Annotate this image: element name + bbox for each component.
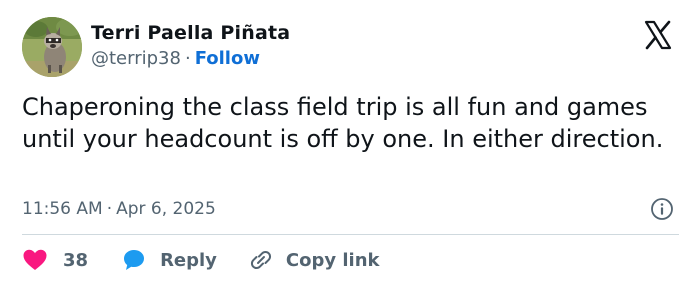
display-name[interactable]: Terri Paella Piñata — [91, 22, 290, 44]
copy-link-label: Copy link — [285, 249, 380, 271]
timestamp[interactable]: 11:56 AM · Apr 6, 2025 — [22, 199, 216, 219]
tweet-card: Terri Paella Piñata @terrip38 · Follow Cha… — [0, 0, 700, 287]
handle-separator: · — [184, 48, 191, 69]
follow-button[interactable]: Follow — [195, 48, 260, 69]
tweet-time[interactable]: 11:56 AM — [22, 199, 103, 219]
action-bar: 38 Reply Copy link — [22, 246, 380, 274]
heart-icon — [23, 249, 47, 270]
copy-link-button[interactable]: Copy link — [248, 247, 380, 273]
reply-button[interactable]: Reply — [122, 248, 217, 272]
handle-row: @terrip38 · Follow — [91, 48, 260, 69]
avatar[interactable] — [22, 17, 82, 77]
reply-label: Reply — [160, 249, 217, 271]
tweet-date[interactable]: Apr 6, 2025 — [116, 199, 216, 219]
tweet-text: Chaperoning the class field trip is all … — [22, 93, 664, 153]
divider — [22, 234, 679, 235]
info-icon[interactable] — [650, 197, 674, 221]
x-logo-icon[interactable] — [643, 20, 673, 50]
avatar-image — [22, 17, 82, 77]
like-button[interactable]: 38 — [22, 248, 88, 272]
user-handle[interactable]: @terrip38 — [91, 48, 181, 69]
speech-bubble-icon — [124, 250, 145, 270]
timestamp-separator: · — [106, 199, 113, 219]
like-count: 38 — [63, 249, 89, 271]
link-icon — [250, 250, 271, 270]
